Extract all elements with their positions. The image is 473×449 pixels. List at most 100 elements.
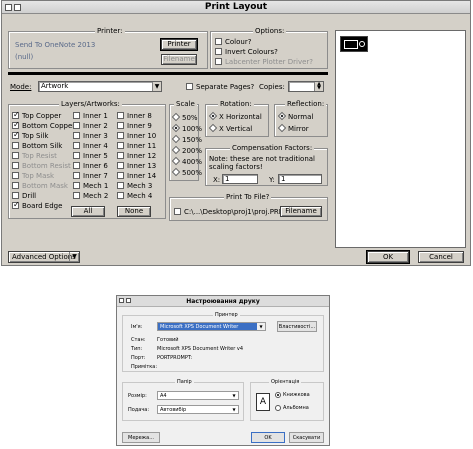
- setup-paper-group-label: Папір: [175, 378, 194, 386]
- scale-option-radio[interactable]: [171, 167, 181, 177]
- printer-filename-button[interactable]: Filename: [161, 54, 197, 65]
- labcenter-driver-checkbox[interactable]: [215, 58, 222, 65]
- reflection-group-label: Reflection:: [285, 100, 327, 109]
- chevron-down-icon: ▼: [257, 323, 265, 330]
- layer-checkbox[interactable]: [12, 110, 20, 120]
- no-layers-button[interactable]: None: [117, 206, 151, 217]
- layer-checkbox[interactable]: [12, 120, 20, 130]
- window-title: Print Layout: [204, 2, 268, 12]
- scale-option-radio[interactable]: [171, 145, 181, 155]
- ok-button[interactable]: OK: [366, 250, 410, 264]
- landscape-label: Альбомна: [283, 405, 309, 411]
- all-layers-button[interactable]: All: [71, 206, 105, 217]
- chevron-down-icon[interactable]: ▼: [152, 82, 161, 91]
- portrait-radio[interactable]: [275, 392, 281, 398]
- setup-source-select[interactable]: Автовибір ▼: [157, 405, 239, 414]
- x-factor-input[interactable]: 1: [222, 174, 258, 184]
- window-menu-icon[interactable]: [5, 4, 12, 11]
- layer-checkbox[interactable]: [12, 192, 19, 199]
- invert-colours-checkbox[interactable]: [215, 48, 222, 55]
- copies-input[interactable]: ▲ ▼: [288, 81, 324, 92]
- setup-source-label: Подача:: [128, 407, 150, 413]
- window-menu-icon[interactable]: [119, 298, 124, 303]
- layer-label: Inner 14: [127, 172, 157, 180]
- advanced-options-label: Advanced Options: [12, 253, 76, 261]
- setup-window-title: Настроювання друку: [186, 298, 260, 305]
- window-restore-icon[interactable]: [14, 4, 21, 11]
- separate-pages-checkbox[interactable]: [186, 83, 193, 90]
- chevron-down-icon: ▼: [232, 393, 236, 398]
- scale-option-label: 500%: [182, 169, 203, 177]
- print-to-file-label: Print To File?: [224, 193, 272, 202]
- layer-checkbox[interactable]: [12, 130, 20, 140]
- layer-checkbox[interactable]: [73, 182, 80, 189]
- layer-checkbox[interactable]: [12, 162, 19, 169]
- layer-label: Inner 1: [83, 112, 108, 120]
- reflection-option-radio[interactable]: [277, 111, 287, 121]
- layer-label: Board Edge: [22, 202, 63, 210]
- scale-option-label: 50%: [182, 114, 198, 122]
- mode-label: Mode:: [10, 83, 32, 91]
- title-bar: Print Layout: [2, 1, 470, 14]
- scale-option-radio[interactable]: [171, 112, 181, 122]
- layer-checkbox[interactable]: [12, 200, 20, 210]
- print-to-file-filename-button[interactable]: Filename: [280, 206, 322, 217]
- copies-spinner-icon[interactable]: ▲ ▼: [314, 82, 323, 91]
- layer-checkbox[interactable]: [73, 132, 80, 139]
- layer-label: Bottom Silk: [22, 142, 63, 150]
- rotation-group: Rotation: X Horizontal X Vertical: [205, 100, 269, 137]
- layer-checkbox[interactable]: [12, 172, 19, 179]
- layer-checkbox[interactable]: [117, 192, 124, 199]
- mode-select[interactable]: Artwork ▼: [38, 81, 162, 92]
- setup-cancel-button[interactable]: Скасувати: [289, 432, 324, 443]
- layer-checkbox[interactable]: [73, 192, 80, 199]
- colour-checkbox[interactable]: [215, 38, 222, 45]
- setup-properties-button[interactable]: Властивості...: [277, 321, 317, 332]
- setup-title-bar: Настроювання друку: [117, 296, 329, 307]
- layer-checkbox[interactable]: [117, 142, 124, 149]
- setup-size-select[interactable]: A4 ▼: [157, 391, 239, 400]
- compensation-note: Note: these are not traditional scaling …: [209, 155, 315, 171]
- layer-checkbox[interactable]: [73, 172, 80, 179]
- advanced-options-button[interactable]: Advanced Options ▼: [8, 251, 80, 263]
- layer-checkbox[interactable]: [117, 162, 124, 169]
- layer-checkbox[interactable]: [117, 132, 124, 139]
- cancel-button[interactable]: Cancel: [418, 251, 464, 263]
- layer-checkbox[interactable]: [12, 182, 19, 189]
- setup-printer-select[interactable]: Microsoft XPS Document Writer ▼: [157, 322, 266, 331]
- layer-checkbox[interactable]: [73, 122, 80, 129]
- rotation-option-radio[interactable]: [208, 111, 218, 121]
- scale-option-label: 200%: [182, 147, 203, 155]
- print-layout-window: Print Layout Printer: Send To OneNote 20…: [1, 0, 471, 266]
- layer-checkbox[interactable]: [117, 152, 124, 159]
- layers-group: Layers/Artworks: Top Copper Bottom Copper…: [8, 100, 166, 219]
- window-restore-icon[interactable]: [126, 298, 131, 303]
- layer-checkbox[interactable]: [73, 162, 80, 169]
- layer-checkbox[interactable]: [73, 152, 80, 159]
- setup-comment-label: Примітка:: [131, 364, 158, 370]
- layer-checkbox[interactable]: [73, 142, 80, 149]
- layer-checkbox[interactable]: [117, 172, 124, 179]
- print-to-file-checkbox[interactable]: [174, 208, 181, 215]
- rotation-option-radio[interactable]: [208, 123, 218, 133]
- layer-checkbox[interactable]: [73, 112, 80, 119]
- printer-button[interactable]: Printer: [160, 38, 198, 51]
- layer-checkbox[interactable]: [12, 152, 19, 159]
- landscape-radio[interactable]: [275, 405, 281, 411]
- setup-ok-button[interactable]: OK: [251, 432, 285, 443]
- layer-checkbox[interactable]: [12, 142, 19, 149]
- y-factor-input[interactable]: 1: [278, 174, 322, 184]
- layer-checkbox[interactable]: [117, 112, 124, 119]
- scale-option-radio[interactable]: [171, 134, 181, 144]
- setup-orientation-group: Орієнтація A Книжкова Альбомна: [250, 378, 324, 421]
- setup-name-label: Ім'я:: [131, 324, 143, 330]
- layer-checkbox[interactable]: [117, 182, 124, 189]
- layer-checkbox[interactable]: [117, 122, 124, 129]
- scale-option-radio[interactable]: [171, 123, 181, 133]
- setup-network-button[interactable]: Мережа...: [122, 432, 160, 443]
- layer-label: Inner 6: [83, 162, 108, 170]
- setup-status-label: Стан:: [131, 337, 146, 343]
- scale-option-radio[interactable]: [171, 156, 181, 166]
- reflection-option-radio[interactable]: [277, 123, 287, 133]
- layer-label: Top Resist: [22, 152, 57, 160]
